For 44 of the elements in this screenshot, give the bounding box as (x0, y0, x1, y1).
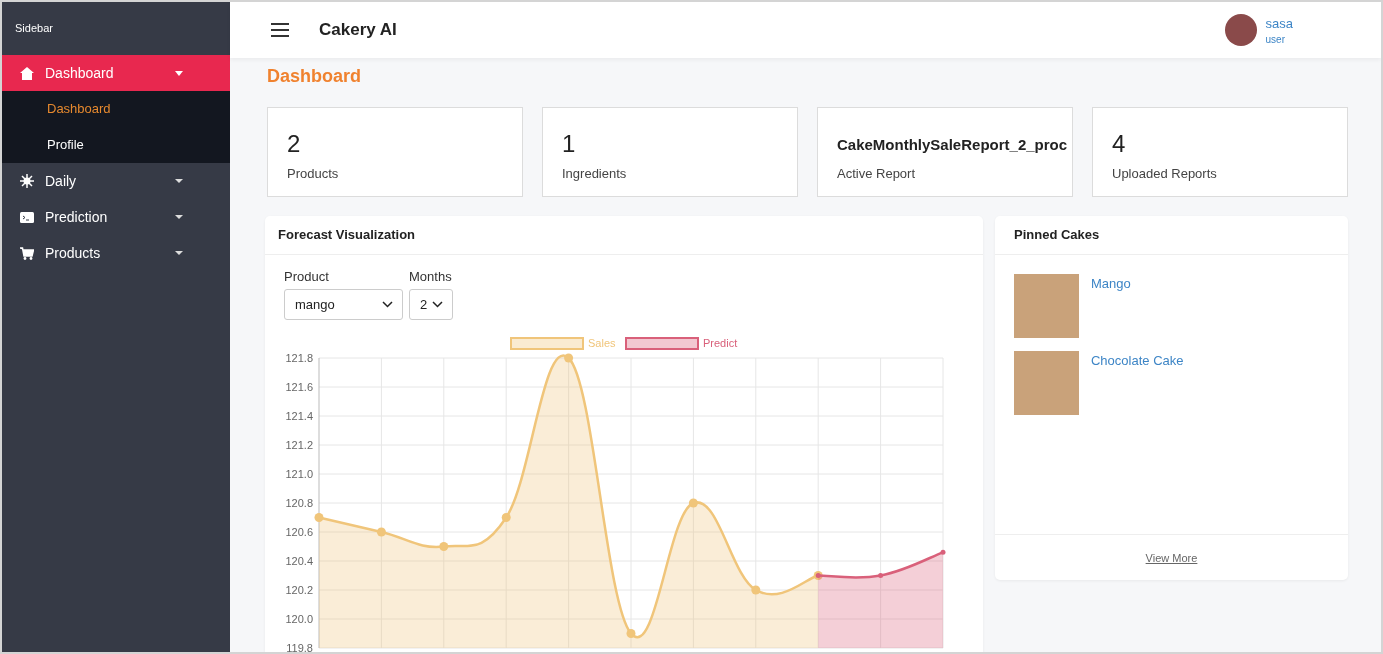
stat-label: Products (287, 166, 340, 181)
user-name[interactable]: sasa (1265, 15, 1293, 31)
submenu-item[interactable]: Profile (2, 127, 230, 163)
axis-tick-label: 120.0 (285, 613, 313, 625)
page-title: Dashboard (267, 66, 363, 88)
months-select[interactable]: 2 (409, 289, 454, 320)
app-title: Cakery AI (319, 20, 397, 40)
card-title: Forecast Visualization (265, 216, 983, 255)
stat-label: Ingredients (562, 166, 628, 181)
axis-tick-label: 120.4 (285, 555, 313, 567)
sidebar-item-label: Daily (45, 173, 78, 189)
stat-value: 4 (1112, 130, 1127, 159)
axis-tick-label: 119.8 (286, 642, 313, 652)
stat-value: CakeMonthlySaleReport_2_proc (837, 135, 1069, 155)
card-title: Pinned Cakes (995, 216, 1348, 255)
sidebar-item-label: Products (45, 245, 102, 261)
submenu-item[interactable]: Dashboard (2, 91, 230, 127)
axis-tick-label: 121.4 (285, 410, 313, 422)
sidebar-item[interactable]: Prediction (2, 199, 230, 235)
sidebar-item[interactable]: Daily (2, 163, 230, 199)
axis-tick-label: 121.6 (285, 381, 313, 393)
product-select[interactable]: mango (284, 289, 403, 320)
view-more-link[interactable]: View More (1145, 551, 1198, 564)
sidebar-title: Sidebar (14, 21, 54, 36)
axis-tick-label: 121.0 (285, 468, 313, 480)
cake-link[interactable]: Mango (1091, 276, 1131, 291)
stat-label: Uploaded Reports (1112, 166, 1218, 181)
field-label: Product (284, 269, 330, 284)
stat-label: Active Report (837, 166, 917, 181)
stat-value: 2 (287, 130, 302, 159)
axis-tick-label: 121.2 (285, 439, 313, 451)
sidebar-item-label: Prediction (45, 209, 109, 225)
stat-value: 1 (562, 130, 577, 159)
sidebar-item-label: Dashboard (45, 65, 115, 81)
axis-tick-label: 120.2 (285, 584, 313, 596)
field-label: Months (409, 269, 453, 284)
series-label: Sales (588, 337, 617, 349)
sidebar-item[interactable]: Products (2, 235, 230, 271)
sidebar-item[interactable]: Dashboard (2, 55, 230, 91)
axis-tick-label: 120.6 (285, 526, 313, 538)
cake-link[interactable]: Chocolate Cake (1091, 353, 1184, 368)
user-role: user (1265, 33, 1286, 45)
axis-tick-label: 120.8 (285, 497, 313, 509)
axis-tick-label: 121.8 (285, 352, 313, 364)
